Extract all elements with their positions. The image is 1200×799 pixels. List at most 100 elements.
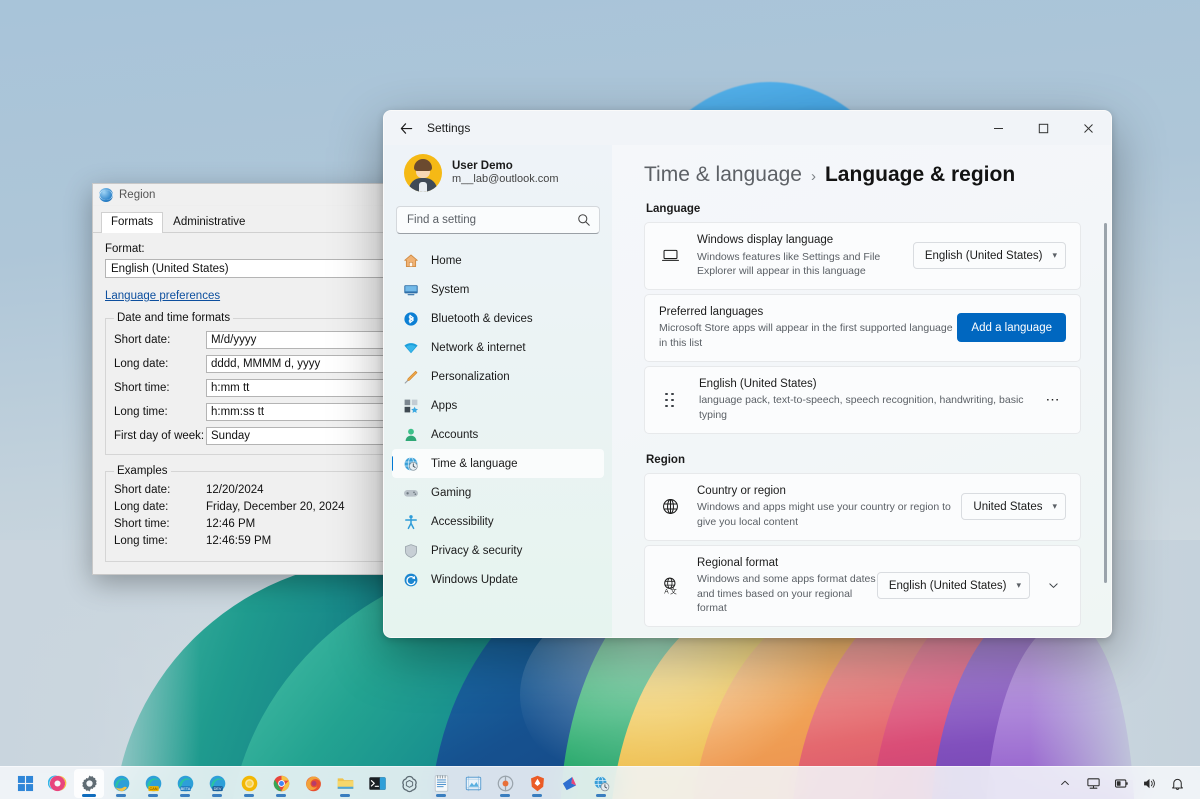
- tab-administrative[interactable]: Administrative: [163, 212, 255, 232]
- sidebar-item-label: System: [431, 284, 469, 296]
- short-date-label: Short date:: [114, 334, 206, 346]
- windows-logo-icon: [17, 775, 34, 792]
- settings-titlebar[interactable]: Settings: [384, 111, 1111, 145]
- person-icon: [402, 426, 419, 443]
- notifications-button[interactable]: [1164, 770, 1190, 796]
- taskbar-apps: CAN BETA DEV: [0, 769, 616, 798]
- start-button[interactable]: [10, 769, 40, 798]
- taskbar-settings[interactable]: [74, 769, 104, 798]
- breadcrumb-parent[interactable]: Time & language: [644, 163, 802, 187]
- maximize-icon: [1038, 123, 1049, 134]
- taskbar-microsoft-edge-dev[interactable]: DEV: [202, 769, 232, 798]
- sidebar-item-label: Privacy & security: [431, 545, 522, 557]
- bluetooth-icon: [402, 310, 419, 327]
- main-scrollbar[interactable]: [1104, 223, 1107, 583]
- show-hidden-icons-button[interactable]: [1052, 770, 1078, 796]
- globe-icon: [659, 497, 681, 516]
- sidebar-item-apps[interactable]: Apps: [392, 391, 604, 420]
- sidebar-item-bluetooth-devices[interactable]: Bluetooth & devices: [392, 304, 604, 333]
- maximize-button[interactable]: [1021, 111, 1066, 145]
- taskbar-file-explorer[interactable]: [330, 769, 360, 798]
- settings-window[interactable]: Settings: [383, 110, 1112, 638]
- close-button[interactable]: [1066, 111, 1111, 145]
- taskbar: CAN BETA DEV: [0, 766, 1200, 799]
- network-button[interactable]: [1080, 770, 1106, 796]
- section-heading-region: Region: [646, 454, 1081, 466]
- chevron-down-icon: ▾: [1052, 501, 1057, 512]
- back-button[interactable]: [391, 113, 421, 143]
- sidebar-item-accessibility[interactable]: Accessibility: [392, 507, 604, 536]
- sidebar-item-home[interactable]: Home: [392, 246, 604, 275]
- date-time-formats-legend: Date and time formats: [114, 312, 233, 324]
- settings-main-pane: Time & language › Language & region Lang…: [612, 145, 1111, 637]
- taskbar-brave-browser[interactable]: [522, 769, 552, 798]
- taskbar-chrome-canary[interactable]: [234, 769, 264, 798]
- account-block[interactable]: User Demo m__lab@outlook.com: [392, 145, 604, 192]
- pin-icon: [560, 774, 579, 793]
- minimize-button[interactable]: [976, 111, 1021, 145]
- firefox-icon: [304, 774, 323, 793]
- sidebar-item-windows-update[interactable]: Windows Update: [392, 565, 604, 594]
- dropdown-value: English (United States): [925, 250, 1043, 262]
- dropdown-value: English (United States): [889, 580, 1007, 592]
- search-input[interactable]: [396, 206, 600, 234]
- taskbar-control-panel[interactable]: [586, 769, 616, 798]
- taskbar-copilot[interactable]: [42, 769, 72, 798]
- long-date-label: Long date:: [114, 358, 206, 370]
- country-or-region-dropdown[interactable]: United States ▾: [961, 493, 1066, 520]
- sidebar-item-privacy-security[interactable]: Privacy & security: [392, 536, 604, 565]
- svg-text:DEV: DEV: [213, 787, 221, 791]
- sidebar-item-label: Home: [431, 255, 462, 267]
- more-options-icon[interactable]: ⋯: [1040, 387, 1066, 413]
- windows-display-language-dropdown[interactable]: English (United States) ▾: [913, 242, 1066, 269]
- chevron-down-icon: ▾: [1052, 250, 1057, 261]
- control-panel-icon: [592, 774, 611, 793]
- taskbar-google-chrome[interactable]: [266, 769, 296, 798]
- taskbar-chatgpt[interactable]: [394, 769, 424, 798]
- sidebar-item-accounts[interactable]: Accounts: [392, 420, 604, 449]
- svg-text:A: A: [664, 589, 669, 596]
- accessibility-icon: [402, 513, 419, 530]
- taskbar-notepad[interactable]: [426, 769, 456, 798]
- volume-button[interactable]: [1136, 770, 1162, 796]
- sidebar-item-label: Apps: [431, 400, 457, 412]
- taskbar-snipping-tool[interactable]: [458, 769, 488, 798]
- gamepad-icon: [402, 484, 419, 501]
- sidebar-item-system[interactable]: System: [392, 275, 604, 304]
- sidebar-item-gaming[interactable]: Gaming: [392, 478, 604, 507]
- taskbar-powertoys[interactable]: [490, 769, 520, 798]
- taskbar-microsoft-edge[interactable]: [106, 769, 136, 798]
- page-title: Language & region: [825, 163, 1015, 187]
- add-a-language-button[interactable]: Add a language: [957, 313, 1066, 342]
- language-preferences-link[interactable]: Language preferences: [105, 290, 220, 302]
- regional-format-icon: A文: [659, 576, 681, 595]
- gear-icon: [80, 774, 99, 793]
- expand-regional-format-button[interactable]: [1040, 573, 1066, 599]
- settings-body: User Demo m__lab@outlook.com: [384, 145, 1111, 637]
- search-box[interactable]: [396, 206, 600, 234]
- clock-globe-icon: [402, 455, 419, 472]
- chrome-canary-icon: [240, 774, 259, 793]
- sidebar-item-time-language[interactable]: Time & language: [392, 449, 604, 478]
- card-title: Regional format: [697, 556, 877, 572]
- card-subtitle: language pack, text-to-speech, speech re…: [699, 393, 1040, 422]
- taskbar-microsoft-edge-canary[interactable]: CAN: [138, 769, 168, 798]
- example-long-time-label: Long time:: [114, 535, 206, 547]
- edge-beta-icon: BETA: [176, 774, 195, 793]
- taskbar-pinned-app[interactable]: [554, 769, 584, 798]
- taskbar-terminal[interactable]: [362, 769, 392, 798]
- grip-handle-icon[interactable]: [665, 393, 679, 407]
- sidebar-item-personalization[interactable]: Personalization: [392, 362, 604, 391]
- taskbar-microsoft-edge-beta[interactable]: BETA: [170, 769, 200, 798]
- search-icon[interactable]: [576, 212, 592, 228]
- regional-format-dropdown[interactable]: English (United States) ▾: [877, 572, 1030, 599]
- chevron-up-icon: [1059, 777, 1071, 789]
- bell-icon: [1170, 776, 1185, 791]
- sidebar-item-network-internet[interactable]: Network & internet: [392, 333, 604, 362]
- taskbar-system-tray: [1052, 770, 1200, 796]
- battery-button[interactable]: [1108, 770, 1134, 796]
- desktop: Region Formats Administrative Format: En…: [0, 0, 1200, 799]
- taskbar-mozilla-firefox[interactable]: [298, 769, 328, 798]
- language-list-item[interactable]: English (United States) language pack, t…: [644, 366, 1081, 434]
- tab-formats[interactable]: Formats: [101, 212, 163, 233]
